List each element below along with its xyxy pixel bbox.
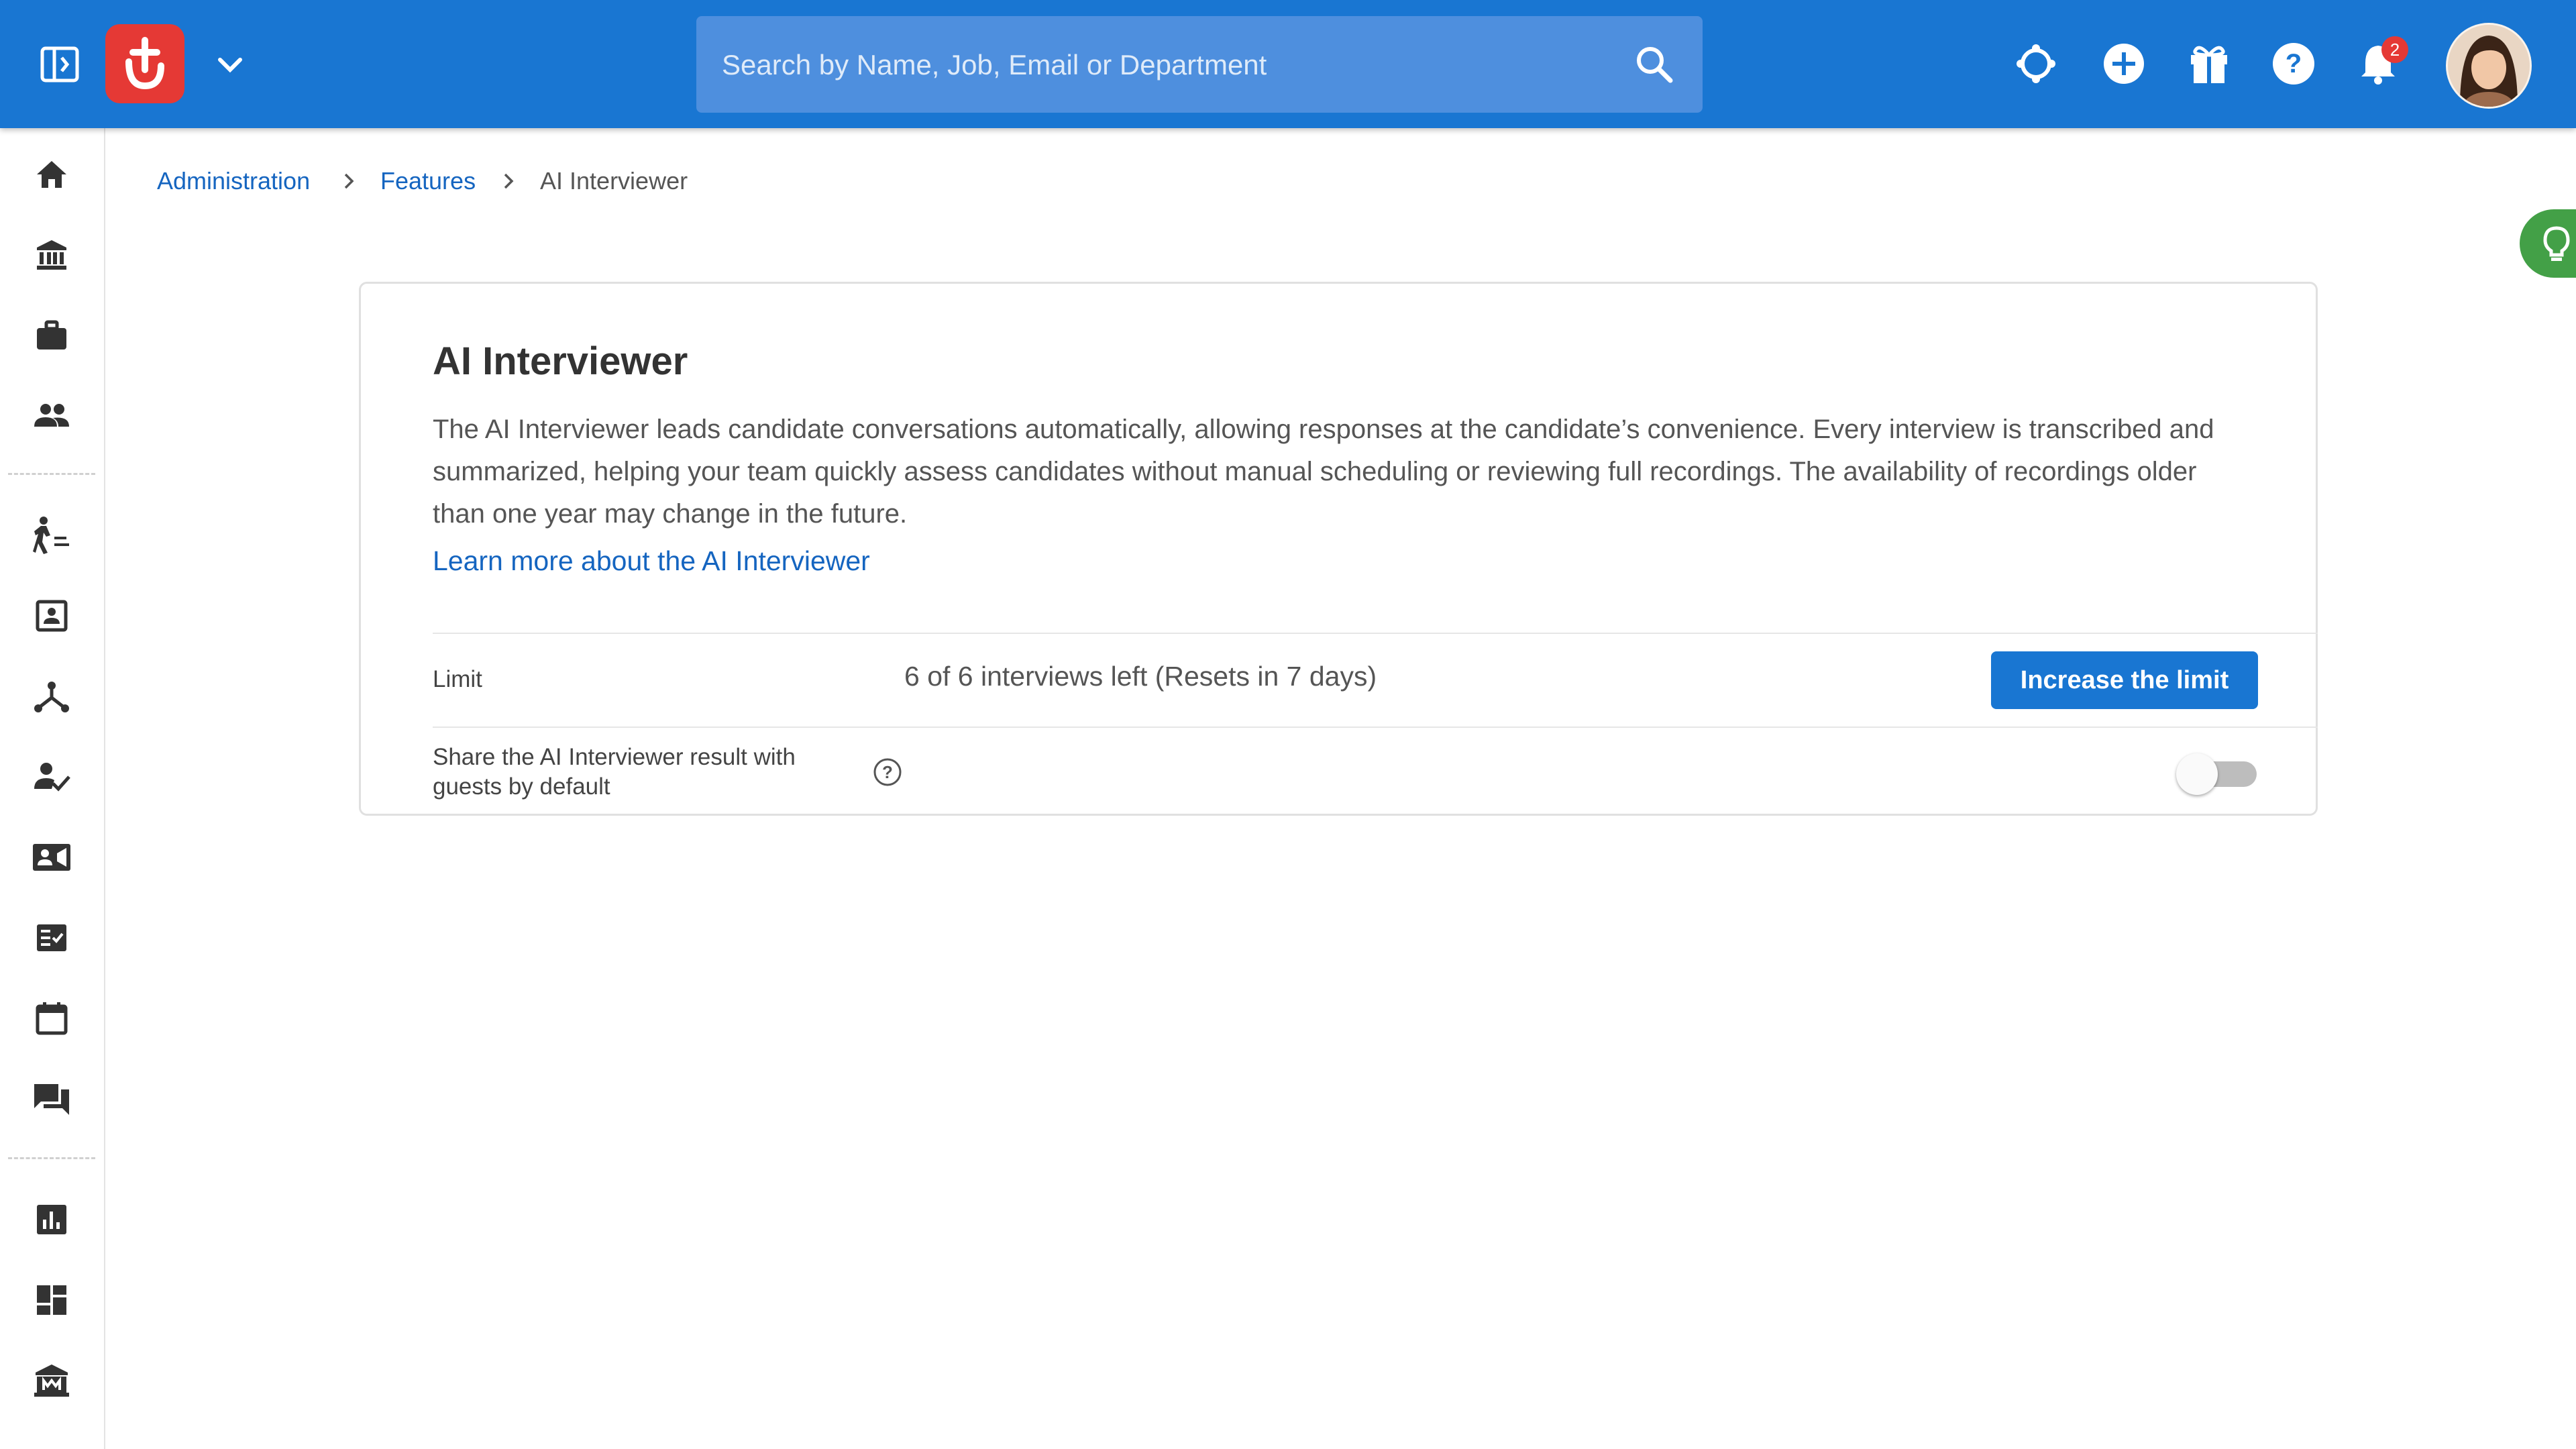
checklist-icon[interactable] xyxy=(28,914,75,961)
tips-button[interactable] xyxy=(2520,209,2576,278)
breadcrumb-administration[interactable]: Administration xyxy=(157,166,310,196)
dashboard-icon[interactable] xyxy=(28,1277,75,1324)
row-divider xyxy=(433,633,2318,634)
top-bar: ? 2 xyxy=(0,0,2576,128)
side-nav xyxy=(0,128,105,1449)
svg-text:?: ? xyxy=(882,762,893,782)
share-result-label-line: Share the AI Interviewer result with xyxy=(433,744,796,770)
chat-icon[interactable] xyxy=(28,1075,75,1122)
svg-text:?: ? xyxy=(2286,49,2302,78)
ai-interviewer-card: AI Interviewer The AI Interviewer leads … xyxy=(359,282,2318,816)
bank-icon[interactable] xyxy=(28,231,75,278)
increase-limit-button[interactable]: Increase the limit xyxy=(1991,651,2258,709)
learn-more-link[interactable]: Learn more about the AI Interviewer xyxy=(433,545,870,577)
contact-card-icon[interactable] xyxy=(28,592,75,639)
row-divider xyxy=(433,727,2318,728)
breadcrumb-current: AI Interviewer xyxy=(540,167,688,195)
marketplace-icon[interactable] xyxy=(28,1357,75,1404)
feature-description: The AI Interviewer leads candidate conve… xyxy=(433,415,2214,529)
video-contact-icon[interactable] xyxy=(28,834,75,881)
brand-logo[interactable] xyxy=(105,24,184,103)
hierarchy-icon[interactable] xyxy=(28,673,75,720)
share-result-toggle[interactable] xyxy=(2176,752,2261,796)
page-title: AI Interviewer xyxy=(433,339,688,383)
integrations-icon[interactable] xyxy=(2014,42,2058,86)
breadcrumb-features[interactable]: Features xyxy=(380,166,476,196)
panel-toggle-icon[interactable] xyxy=(40,46,80,83)
search-input[interactable] xyxy=(720,16,1622,114)
people-icon[interactable] xyxy=(28,392,75,439)
limit-value: 6 of 6 interviews left (Resets in 7 days… xyxy=(904,661,1377,692)
share-result-label-line: guests by default xyxy=(433,773,610,800)
share-result-label: Share the AI Interviewer result with gue… xyxy=(433,743,796,802)
toggle-thumb xyxy=(2176,753,2218,795)
nav-divider xyxy=(8,473,95,475)
user-avatar[interactable] xyxy=(2446,23,2532,109)
gift-icon[interactable] xyxy=(2187,42,2231,86)
chevron-down-icon[interactable] xyxy=(213,52,247,78)
briefcase-icon[interactable] xyxy=(28,312,75,359)
search-icon[interactable] xyxy=(1633,43,1676,86)
notification-badge: 2 xyxy=(2381,36,2408,63)
help-icon[interactable]: ? xyxy=(2271,42,2316,86)
analytics-icon[interactable] xyxy=(28,1196,75,1243)
add-circle-icon[interactable] xyxy=(2102,42,2146,86)
chevron-right-icon xyxy=(337,169,361,193)
chevron-right-icon xyxy=(496,169,521,193)
home-icon[interactable] xyxy=(28,151,75,198)
nav-divider xyxy=(8,1157,95,1159)
search-bar[interactable] xyxy=(696,16,1703,114)
pipeline-icon[interactable] xyxy=(28,512,75,559)
help-circle-icon[interactable]: ? xyxy=(873,757,902,787)
calendar-icon[interactable] xyxy=(28,995,75,1042)
person-check-icon[interactable] xyxy=(28,753,75,800)
lightbulb-icon xyxy=(2543,226,2570,261)
limit-label: Limit xyxy=(433,666,482,692)
